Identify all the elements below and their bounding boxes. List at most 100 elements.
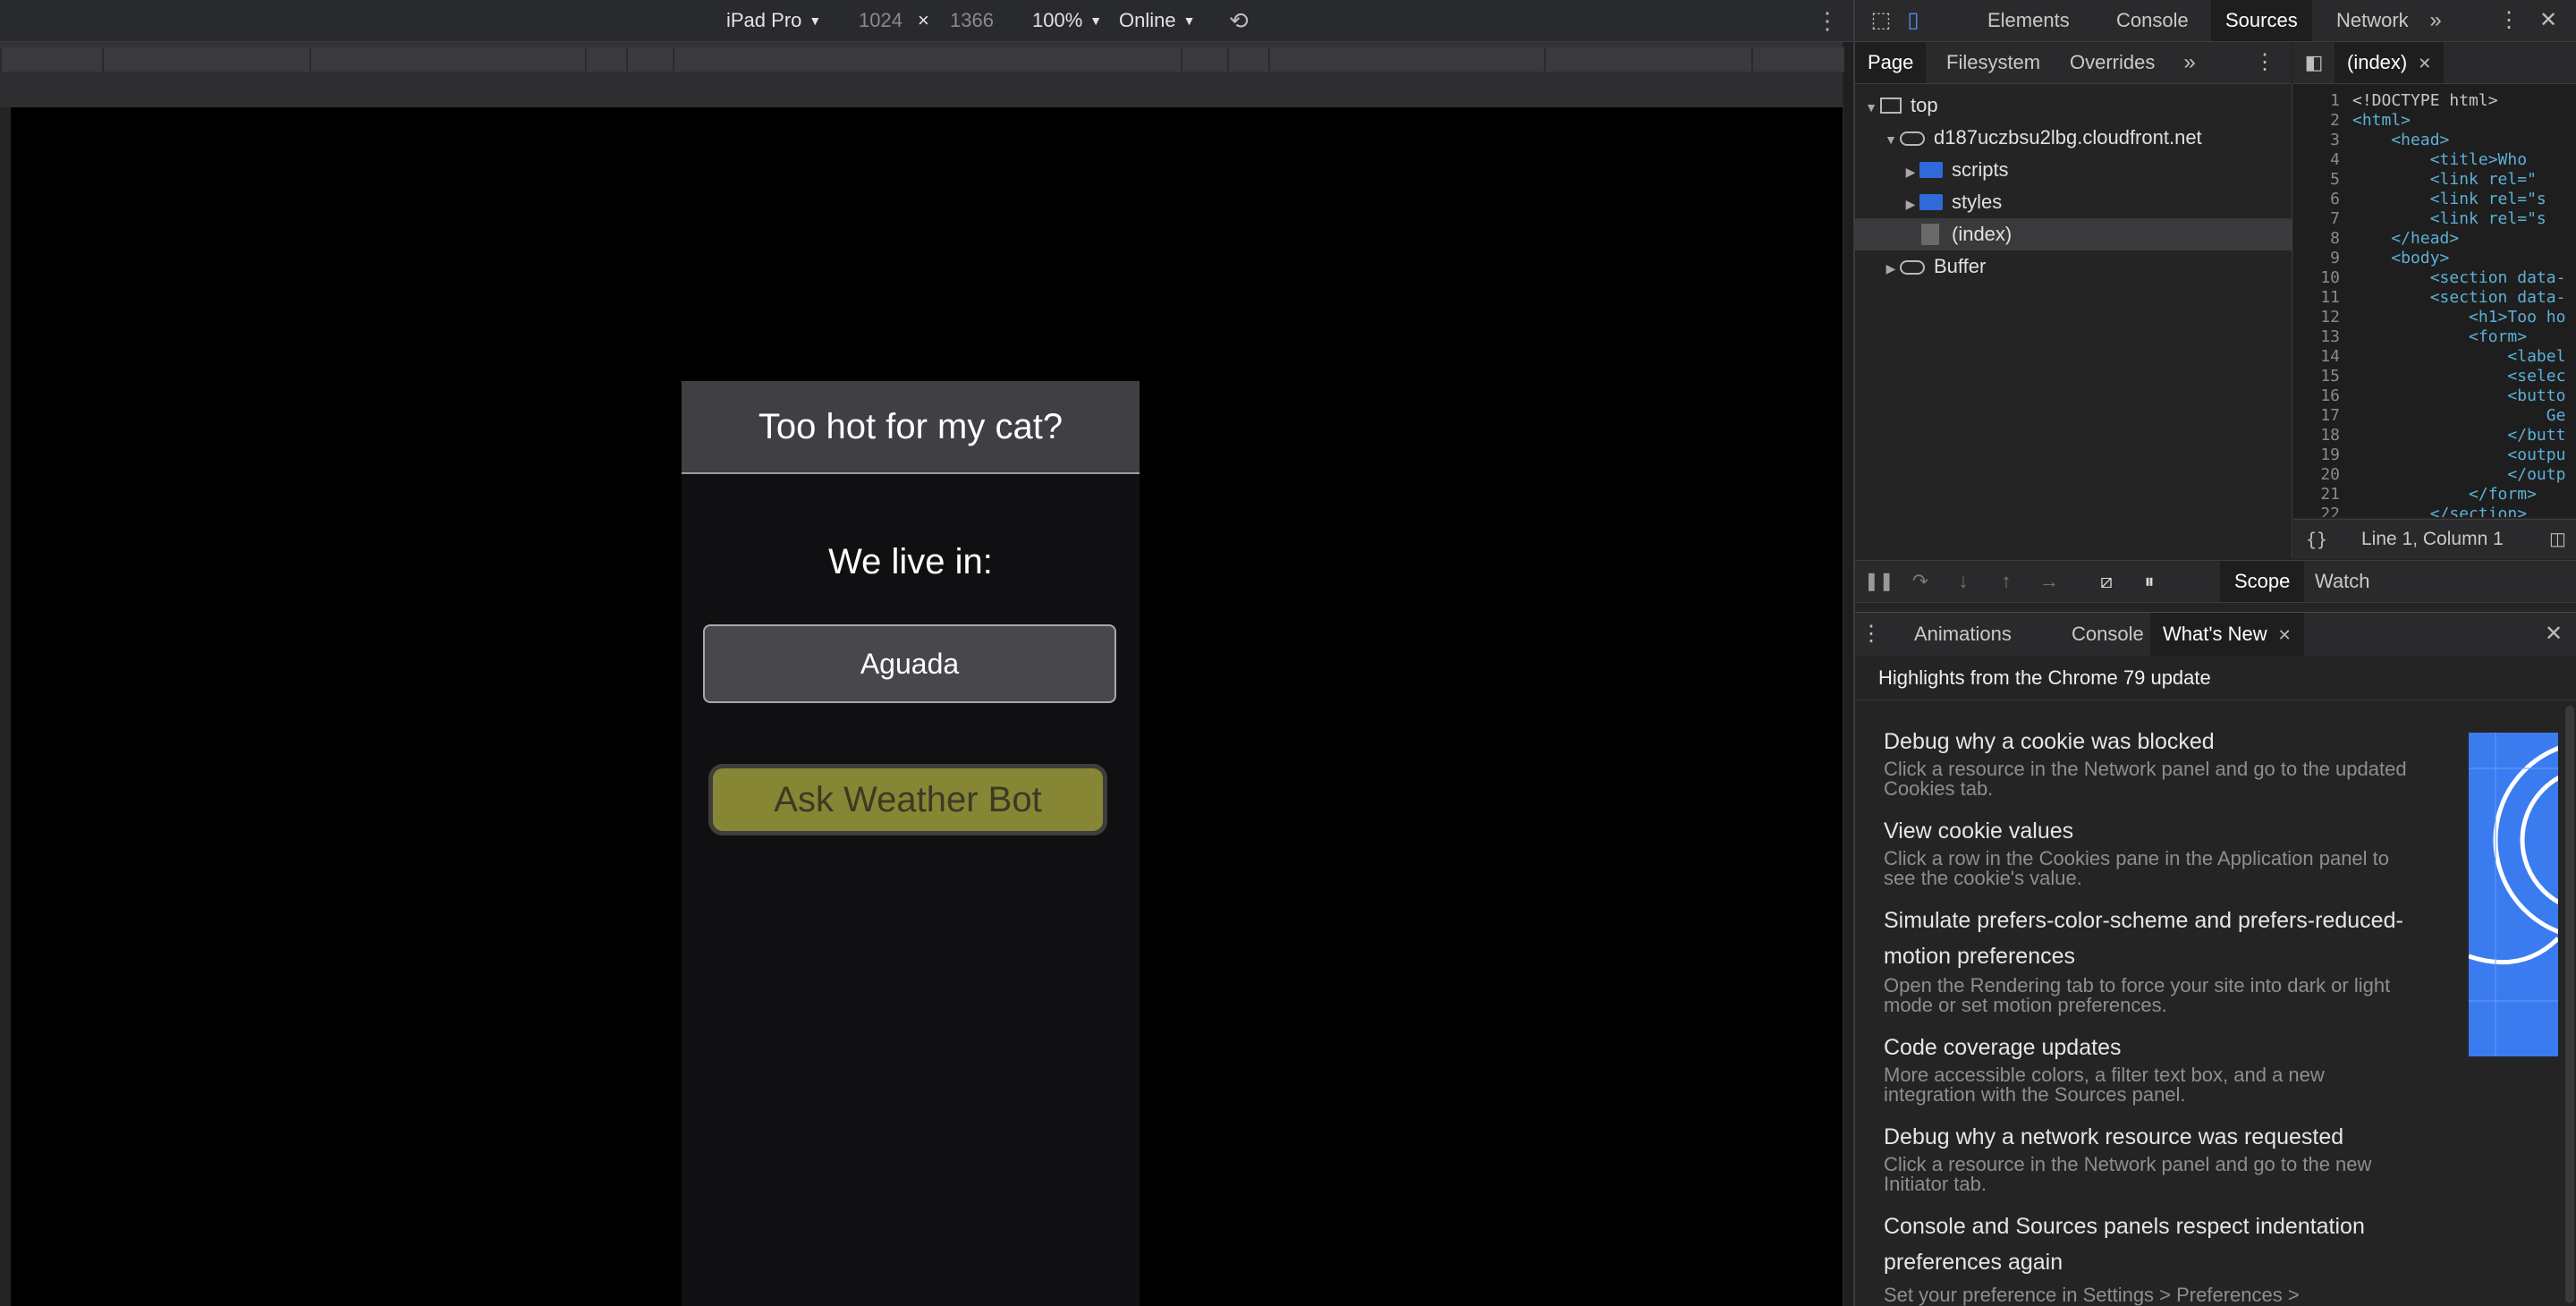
code-line[interactable]: </head> [2352, 229, 2565, 249]
tab-sources[interactable]: Sources [2211, 0, 2312, 41]
line-number[interactable]: 5 [2293, 170, 2340, 190]
tab-watch[interactable]: Watch [2301, 561, 2385, 602]
line-number[interactable]: 18 [2293, 426, 2340, 445]
ask-weather-bot-button[interactable]: Ask Weather Bot [708, 764, 1107, 835]
code-line[interactable]: <link rel=" [2352, 170, 2565, 190]
location-select[interactable]: Aguada [703, 624, 1116, 703]
device-select[interactable]: iPad Pro ▼ [726, 0, 821, 41]
close-drawer-icon[interactable]: ✕ [2540, 613, 2567, 656]
code-line[interactable]: </form> [2352, 485, 2565, 505]
expand-triangle-icon[interactable]: ▼ [1882, 123, 1900, 156]
code-line[interactable]: <body> [2352, 249, 2565, 268]
deactivate-breakpoints-icon[interactable]: ⧄ [2093, 561, 2120, 602]
more-tabs-icon[interactable]: » [2179, 42, 2200, 83]
line-number[interactable]: 21 [2293, 485, 2340, 505]
line-number[interactable]: 9 [2293, 249, 2340, 268]
tree-item-domain[interactable]: ▼ d187uczbsu2lbg.cloudfront.net [1882, 122, 2202, 154]
media-query-segment[interactable] [102, 47, 309, 72]
expand-triangle-icon[interactable]: ▶ [1882, 252, 1900, 284]
drawer-scrollbar[interactable] [2565, 706, 2574, 1303]
more-tabs-icon[interactable]: » [2422, 0, 2449, 41]
code-line[interactable]: <section data- [2352, 288, 2566, 308]
code-editor[interactable]: 1 2 3 4 5 6 7 8 9 10 11 12 13 14 15 16 17 18 19 20 21 22 <!DO… [2293, 84, 2576, 517]
close-icon[interactable]: ✕ [2535, 0, 2562, 41]
code-line[interactable]: <form> [2352, 327, 2565, 347]
tree-item-index[interactable]: (index) [1855, 218, 2292, 250]
code-line[interactable]: <link rel="s [2352, 190, 2565, 209]
tab-overrides[interactable]: Overrides [2057, 42, 2167, 83]
tab-console[interactable]: Console [2102, 0, 2203, 41]
inspect-element-icon[interactable]: ⬚ [1868, 0, 1894, 41]
line-number[interactable]: 16 [2293, 386, 2340, 406]
feature-title[interactable]: Debug why a network resource was request… [1884, 1119, 2420, 1155]
expand-triangle-icon[interactable]: ▶ [1902, 188, 1919, 220]
tree-item-scripts[interactable]: ▶ scripts [1902, 154, 2009, 186]
device-toggle-icon[interactable]: ▯ [1900, 0, 1927, 41]
line-number[interactable]: 6 [2293, 190, 2340, 209]
tab-filesystem[interactable]: Filesystem [1934, 42, 2053, 83]
code-line[interactable]: <section data- [2352, 268, 2566, 288]
code-line[interactable]: <title>Who [2352, 150, 2565, 170]
expand-triangle-icon[interactable]: ▶ [1902, 156, 1919, 188]
media-query-segment[interactable] [1181, 47, 1227, 72]
line-number[interactable]: 1 [2293, 91, 2340, 111]
step-out-icon[interactable]: ↑ [1993, 561, 2020, 602]
code-line[interactable]: Ge [2352, 406, 2566, 426]
code-line[interactable]: <outpu [2352, 445, 2565, 465]
line-number[interactable]: 22 [2293, 505, 2340, 517]
line-number[interactable]: 13 [2293, 327, 2340, 347]
code-line[interactable]: <butto [2352, 386, 2565, 406]
line-number[interactable]: 7 [2293, 209, 2340, 229]
network-select[interactable]: Online ▼ [1119, 0, 1195, 41]
line-number[interactable]: 2 [2293, 111, 2340, 131]
code-line[interactable]: <selec [2352, 367, 2565, 386]
media-query-bar[interactable] [0, 42, 1844, 72]
media-query-segment[interactable] [1751, 47, 1844, 72]
feature-title[interactable]: View cookie values [1884, 813, 2420, 849]
drawer-menu-icon[interactable]: ⋮ [1860, 613, 1882, 656]
line-number[interactable]: 4 [2293, 150, 2340, 170]
toggle-debugger-icon[interactable]: ◫ [2549, 520, 2566, 559]
line-number[interactable]: 3 [2293, 131, 2340, 150]
media-query-segment[interactable] [1268, 47, 1544, 72]
tab-page[interactable]: Page [1855, 42, 1927, 83]
code-content[interactable]: <!DOCTYPE html> <html> <head> <title>Who … [2352, 91, 2565, 517]
viewport-scrollbar[interactable] [1844, 42, 1853, 1306]
tree-item-top[interactable]: ▼ top [1862, 89, 1938, 122]
settings-menu-icon[interactable]: ⋮ [2496, 0, 2522, 41]
more-options-icon[interactable]: ⋮ [1816, 0, 1839, 41]
tab-whats-new[interactable]: What's New ✕ [2150, 613, 2304, 656]
code-line[interactable]: <link rel="s [2352, 209, 2565, 229]
feature-title[interactable]: Console and Sources panels respect inden… [1884, 1208, 2420, 1280]
code-line[interactable]: </section> [2352, 505, 2565, 517]
step-over-icon[interactable]: ↷ [1907, 561, 1934, 602]
pretty-print-icon[interactable]: {} [2306, 520, 2327, 559]
feature-title[interactable]: Simulate prefers-color-scheme and prefer… [1884, 903, 2420, 974]
code-line[interactable]: <h1>Too ho [2352, 308, 2565, 327]
tab-network[interactable]: Network [2322, 0, 2423, 41]
media-query-segment[interactable] [1227, 47, 1268, 72]
step-icon[interactable]: → [2036, 561, 2063, 602]
tree-item-buffer[interactable]: ▶ Buffer [1882, 250, 1987, 284]
media-query-segment[interactable] [626, 47, 673, 72]
width-input[interactable]: 1024 [859, 0, 902, 41]
line-number[interactable]: 15 [2293, 367, 2340, 386]
pause-on-exceptions-icon[interactable]: ⏸ [2136, 561, 2163, 602]
tab-scope[interactable]: Scope [2220, 561, 2305, 602]
toggle-navigator-icon[interactable]: ◧ [2301, 42, 2327, 83]
editor-tab-index[interactable]: (index) ✕ [2334, 42, 2445, 83]
line-number[interactable]: 11 [2293, 288, 2340, 308]
media-query-segment[interactable] [0, 47, 102, 72]
tab-drawer-console[interactable]: Console [2059, 613, 2157, 656]
height-input[interactable]: 1366 [950, 0, 994, 41]
tab-elements[interactable]: Elements [1973, 0, 2084, 41]
tree-item-styles[interactable]: ▶ styles [1902, 186, 2003, 220]
line-number[interactable]: 20 [2293, 465, 2340, 485]
pause-icon[interactable]: ❚❚ [1864, 561, 1894, 602]
tab-animations[interactable]: Animations [1902, 613, 2024, 656]
media-query-segment[interactable] [673, 47, 1181, 72]
code-line[interactable]: </butt [2352, 426, 2565, 445]
zoom-select[interactable]: 100% ▼ [1032, 0, 1102, 41]
media-query-segment[interactable] [309, 47, 585, 72]
media-query-segment[interactable] [585, 47, 626, 72]
